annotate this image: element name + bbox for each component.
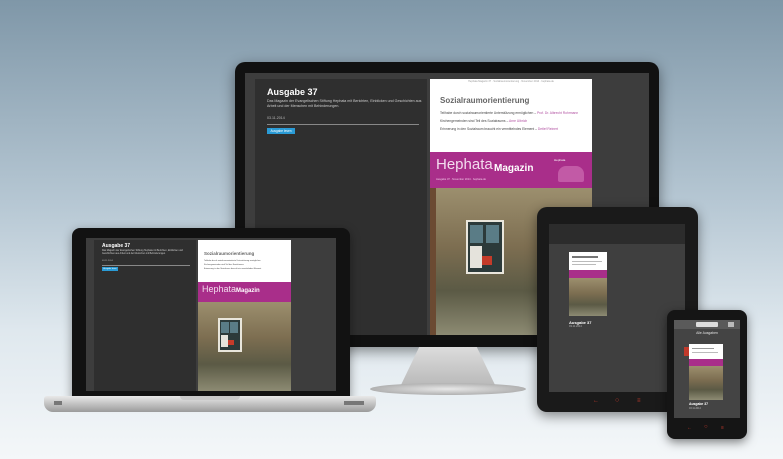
phone-menu-button[interactable]: [728, 322, 734, 327]
thumb-photo: [689, 366, 723, 400]
door-frame: [430, 188, 436, 335]
magazine-thumbnail[interactable]: [569, 252, 607, 316]
figure-graphic: [558, 166, 584, 182]
issue-title: Ausgabe 37: [102, 243, 131, 249]
read-issue-button[interactable]: Ausgabe lesen: [102, 267, 118, 271]
toc-text: Kirchengemeinden sind Teil des Sozialrau…: [440, 119, 506, 123]
window-pane: [221, 322, 229, 333]
issue-date: 03.11.2014: [267, 116, 285, 120]
toc-item: Teilhabe durch sozialraumorientierte Unt…: [204, 260, 261, 262]
brand-magazin: Magazin: [236, 288, 260, 294]
brand-hephata: Hephata: [436, 156, 493, 173]
laptop-port-icon: [344, 401, 364, 405]
thumb-issue-date: 03.11.2014: [689, 407, 701, 410]
toc-item: Erinnerung in den Sozialraum braucht ein…: [440, 127, 559, 131]
thumb-line: [692, 352, 718, 353]
toc-item: Erinnerung in den Sozialraum braucht ein…: [204, 268, 262, 270]
toc-text: Teilhabe durch sozialraumorientierte Unt…: [440, 111, 534, 115]
all-issues-label[interactable]: Alle Ausgaben: [674, 331, 740, 335]
thumb-line: [572, 261, 602, 262]
issue-title: Ausgabe 37: [267, 87, 318, 97]
issue-divider: [102, 265, 190, 266]
phone-menu-icon[interactable]: ≡: [721, 425, 724, 431]
laptop-notch: [180, 396, 240, 400]
phone-back-icon[interactable]: ←: [687, 425, 692, 431]
phone-topbar: [674, 320, 740, 329]
window-pane: [230, 322, 238, 333]
issue-divider: [267, 124, 419, 125]
cover-top-strip: Hephata Magazin 37 · Sozialraumorientier…: [468, 80, 554, 83]
toc-author: Arne Ulbrich: [509, 119, 528, 123]
monitor-stand: [400, 347, 496, 387]
cover-headline: Sozialraumorientierung: [204, 251, 255, 256]
brand-subline: Ausgabe 37 · November 2014 · hephata.de: [436, 178, 486, 181]
magazine-band: Hephata Magazin Ausgabe 37 · November 20…: [430, 152, 592, 188]
window-cloth: [228, 340, 234, 345]
phone-home-icon[interactable]: ○: [704, 424, 708, 430]
toc-author: Detlef Reinert: [537, 127, 559, 131]
thumb-line: [692, 348, 714, 349]
magazine-thumbnail[interactable]: [689, 344, 723, 400]
tablet-topbar: [549, 224, 685, 244]
toc-author: Prof. Dr. Albrecht Rohrmann: [536, 111, 579, 115]
magazine-band: Hephata Magazin: [198, 282, 291, 302]
issue-description: Das Magazin der Evangelischen Stiftung H…: [102, 250, 183, 255]
thumb-photo: [569, 278, 607, 316]
thumb-line: [572, 264, 596, 265]
window-cloth: [482, 256, 492, 265]
issue-date: 03.11.2014: [102, 260, 113, 262]
cover-headline: Sozialraumorientierung: [440, 96, 530, 105]
toc-item: Kirchengemeinden sind Teil des Sozialrau…: [204, 264, 244, 266]
cover-photo: [198, 302, 291, 391]
thumb-band: [689, 359, 723, 366]
tablet-screen: Ausgabe 37 03.11.2014: [549, 224, 685, 392]
thumb-headline-bar: [572, 256, 598, 258]
window-curtain: [470, 246, 482, 268]
toc-item: Teilhabe durch sozialraumorientierte Unt…: [440, 111, 579, 115]
tablet-back-icon[interactable]: ←: [593, 398, 599, 404]
thumb-band: [569, 270, 607, 278]
brand-hephata: Hephata: [202, 284, 237, 294]
monitor-base: [370, 383, 526, 395]
laptop-port-icon: [54, 401, 62, 405]
read-issue-button[interactable]: Ausgabe lesen: [267, 128, 295, 134]
toc-text: Erinnerung in den Sozialraum braucht ein…: [440, 127, 535, 131]
thumb-issue-title: Ausgabe 37: [689, 402, 709, 406]
window-curtain: [221, 335, 228, 347]
photo-window: [218, 318, 242, 352]
toc-item: Kirchengemeinden sind Teil des Sozialrau…: [440, 119, 528, 123]
laptop-base: [44, 396, 376, 412]
brand-magazin: Magazin: [494, 163, 534, 174]
hephata-logo: Hephata: [554, 158, 566, 162]
issue-description: Das Magazin der Evangelischen Stiftung H…: [267, 99, 422, 108]
magazine-cover[interactable]: Sozialraumorientierung Teilhabe durch so…: [198, 240, 291, 391]
phone-screen: Alle Ausgaben Ausgabe 37 03.11.2014: [674, 320, 740, 418]
laptop-screen: Ausgabe 37 Das Magazin der Evangelischen…: [86, 238, 336, 391]
thumb-issue-date: 03.11.2014: [569, 325, 582, 328]
window-pane: [470, 225, 483, 243]
phone-search-field[interactable]: [696, 322, 718, 327]
tablet-home-icon[interactable]: ○: [615, 397, 619, 404]
tablet-menu-icon[interactable]: ≡: [637, 398, 641, 404]
photo-window: [466, 220, 504, 274]
window-pane: [486, 225, 499, 243]
issue-info-panel: Ausgabe 37 Das Magazin der Evangelischen…: [94, 240, 196, 391]
